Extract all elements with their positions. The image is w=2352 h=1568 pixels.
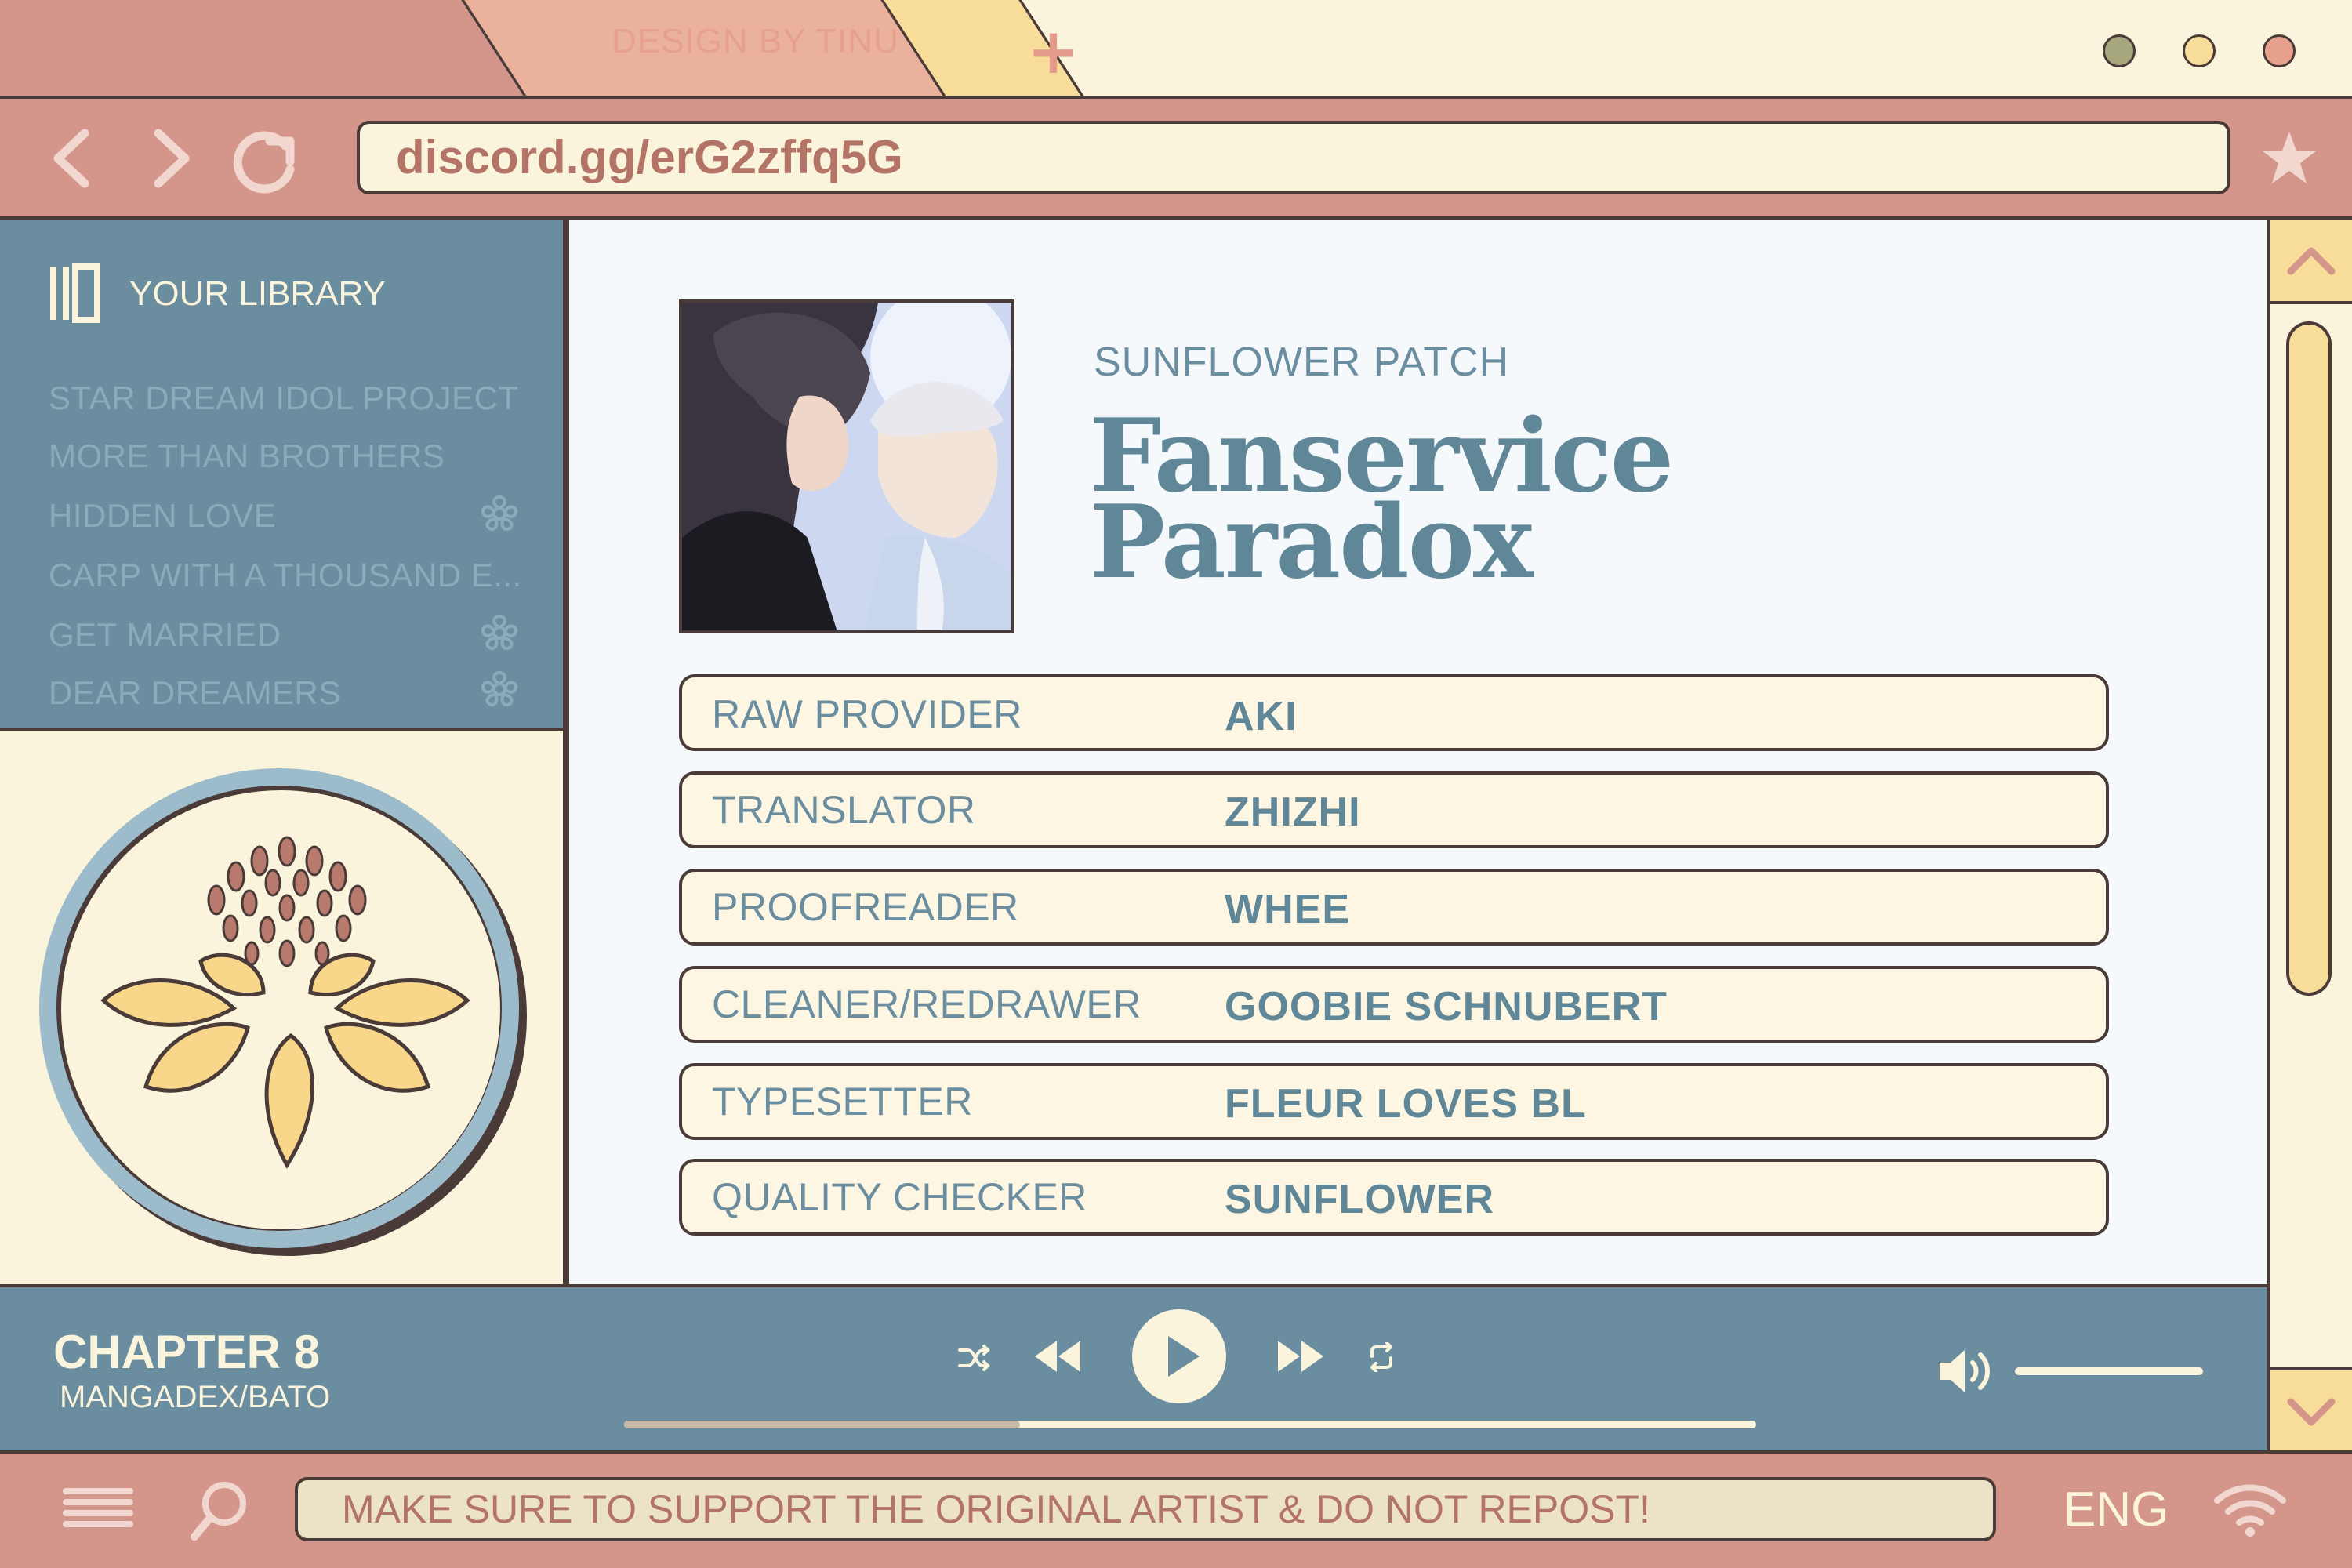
credit-name: WHEE — [1225, 887, 1350, 932]
scroll-up-button[interactable] — [2267, 220, 2352, 304]
chapter-progress-fill — [624, 1421, 1021, 1428]
scanlation-group: SUNFLOWER PATCH — [1094, 339, 1510, 385]
window-dot-close[interactable] — [2263, 34, 2296, 67]
credit-role: CLEANER/REDRAWER — [712, 982, 1142, 1026]
chapter-source: MANGADEX/BATO — [60, 1380, 331, 1414]
credit-name: AKI — [1225, 694, 1298, 739]
library-title: YOUR LIBRARY — [129, 274, 386, 313]
menu-icon[interactable] — [61, 1485, 135, 1534]
sidebar-item-more-than-brothers[interactable]: MORE THAN BROTHERS — [49, 437, 445, 475]
cover-image — [679, 299, 1014, 633]
credit-role: PROOFREADER — [712, 885, 1019, 929]
rewind-icon[interactable] — [1032, 1338, 1083, 1375]
sidebar-item-star-dream[interactable]: STAR DREAM IDOL PROJECT — [49, 379, 519, 417]
chevron-down-icon — [2287, 1398, 2336, 1426]
chevron-up-icon — [2287, 247, 2336, 275]
credit-role: RAW PROVIDER — [712, 692, 1022, 736]
chapter-label: CHAPTER 8 — [53, 1326, 321, 1378]
tab-design-label: DESIGN BY TINU — [612, 22, 899, 60]
credit-role: QUALITY CHECKER — [712, 1175, 1087, 1219]
window-dot-maximize[interactable] — [2183, 34, 2216, 67]
credit-name: SUNFLOWER — [1225, 1177, 1495, 1222]
credit-role: TRANSLATOR — [712, 788, 976, 832]
refresh-icon[interactable] — [230, 124, 306, 194]
sidebar-item-hidden-love[interactable]: HIDDEN LOVE — [49, 497, 276, 535]
sidebar-item-carp[interactable]: CARP WITH A THOUSAND E... — [49, 557, 522, 594]
shuffle-icon[interactable] — [958, 1342, 991, 1374]
series-title-line2: Paradox — [1090, 484, 1533, 601]
volume-slider[interactable] — [2015, 1367, 2203, 1375]
flower-icon — [481, 670, 518, 706]
wifi-icon[interactable] — [2212, 1480, 2288, 1538]
back-icon[interactable] — [47, 127, 94, 190]
language-label[interactable]: ENG — [2063, 1482, 2169, 1537]
address-url[interactable]: discord.gg/erG2zffq5G — [396, 130, 903, 184]
plus-icon: + — [1027, 15, 1080, 88]
volume-icon[interactable] — [1936, 1347, 1994, 1396]
flower-icon — [481, 495, 518, 531]
forward-icon[interactable] — [149, 127, 196, 190]
credit-name: FLEUR LOVES BL — [1225, 1081, 1587, 1127]
bookmark-star-icon[interactable] — [2259, 129, 2319, 188]
play-icon — [1168, 1336, 1200, 1377]
sidebar-item-get-married[interactable]: GET MARRIED — [49, 616, 281, 654]
sidebar-item-dear-dreamers[interactable]: DEAR DREAMERS — [49, 674, 341, 712]
repeat-icon[interactable] — [1367, 1342, 1396, 1372]
fast-forward-icon[interactable] — [1275, 1338, 1327, 1375]
credit-name: GOOBIE SCHNUBERT — [1225, 984, 1668, 1029]
sunflower-logo — [39, 768, 527, 1256]
play-button[interactable] — [1132, 1309, 1226, 1403]
credit-role: TYPESETTER — [712, 1080, 973, 1123]
flower-icon — [481, 614, 518, 650]
footer-message: MAKE SURE TO SUPPORT THE ORIGINAL ARTIST… — [342, 1487, 1650, 1531]
credit-name: ZHIZHI — [1225, 789, 1361, 835]
scrollbar-thumb[interactable] — [2286, 321, 2332, 996]
search-icon[interactable] — [188, 1477, 251, 1543]
window-dot-minimize[interactable] — [2103, 34, 2136, 67]
library-icon — [50, 263, 100, 323]
scroll-down-button[interactable] — [2267, 1367, 2352, 1450]
